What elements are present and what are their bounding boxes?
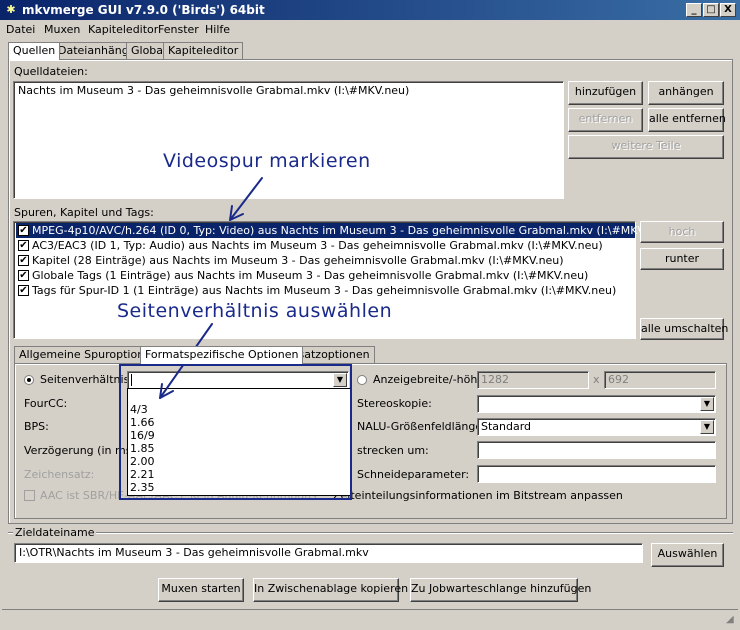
arrow-aspect-head (159, 383, 174, 399)
choose-output-button[interactable]: Auswählen (651, 543, 724, 567)
add-to-job-queue-button[interactable]: Zu Jobwarteschlange hinzufügen (410, 578, 591, 602)
status-bar (2, 609, 738, 628)
arrow-video-line (229, 177, 263, 221)
output-label: Zieldateiname (13, 526, 97, 539)
tab-quellen[interactable]: Quellen (8, 42, 61, 60)
start-mux-button[interactable]: Muxen starten (158, 578, 244, 602)
tab-format-options[interactable]: Formatspezifische Optionen (140, 346, 304, 364)
resize-grip-icon[interactable]: ◢ (726, 614, 734, 625)
copy-to-clipboard-button[interactable]: In Zwischenablage kopieren (253, 578, 408, 602)
output-path-field[interactable]: I:\OTR\Nachts im Museum 3 - Das geheimni… (14, 543, 643, 563)
output-path-value: I:\OTR\Nachts im Museum 3 - Das geheimni… (19, 546, 369, 559)
